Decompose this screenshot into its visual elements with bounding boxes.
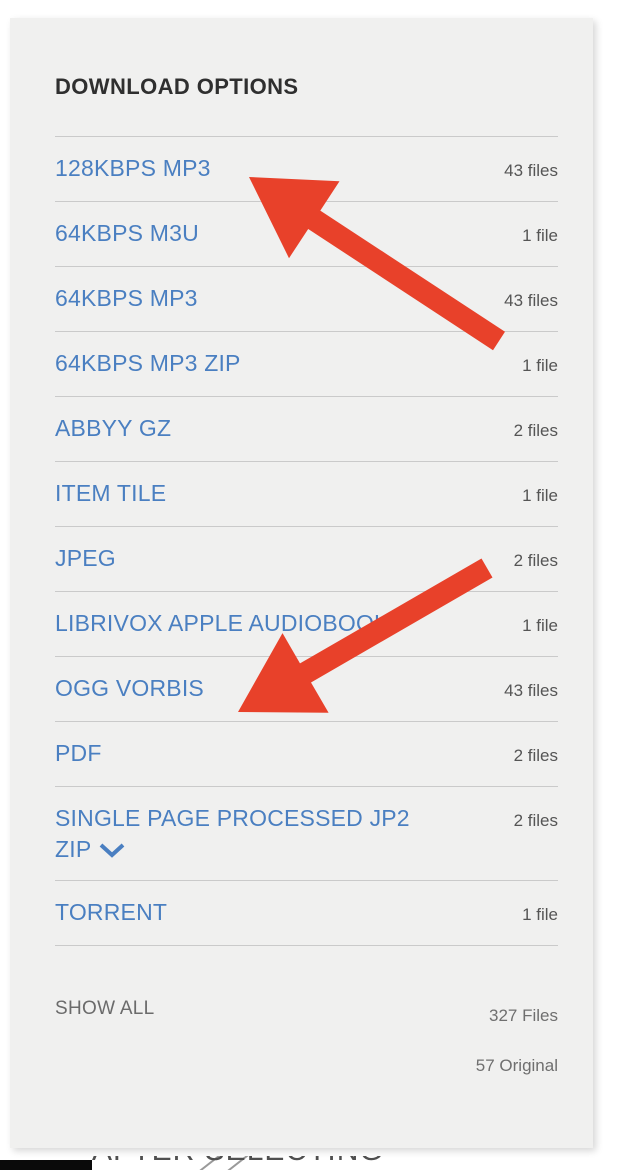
download-option-count: 2 files bbox=[513, 551, 558, 570]
download-option-count: 2 files bbox=[513, 421, 558, 440]
download-options-list: 128KBPS MP3 43 files 64KBPS M3U 1 file 64KBP… bbox=[55, 137, 558, 946]
file-totals: 327 Files 57 Original bbox=[476, 998, 558, 1076]
download-option-label[interactable]: ITEM TILE bbox=[55, 478, 166, 509]
download-option-label[interactable]: TORRENT bbox=[55, 897, 167, 928]
total-files-count: 327 Files bbox=[489, 1006, 558, 1025]
panel-title: DOWNLOAD OPTIONS bbox=[55, 74, 299, 99]
download-option-label[interactable]: 128KBPS MP3 bbox=[55, 153, 211, 184]
download-option-row[interactable]: JPEG 2 files bbox=[55, 527, 558, 591]
download-option-label[interactable]: PDF bbox=[55, 738, 102, 769]
download-option-row[interactable]: PDF 2 files bbox=[55, 722, 558, 786]
download-option-row[interactable]: ABBYY GZ 2 files bbox=[55, 397, 558, 461]
download-option-count: 2 files bbox=[513, 746, 558, 765]
download-option-row[interactable]: LIBRIVOX APPLE AUDIOBOOK 1 file bbox=[55, 592, 558, 656]
download-option-count: 1 file bbox=[522, 226, 558, 245]
download-option-label[interactable]: SINGLE PAGE PROCESSED JP2 ZIP bbox=[55, 803, 445, 865]
download-option-count: 1 file bbox=[522, 486, 558, 505]
background-cutoff-text: AFTER SELECTING bbox=[92, 1156, 626, 1168]
download-option-count: 1 file bbox=[522, 616, 558, 635]
panel-footer: SHOW ALL 327 Files 57 Original bbox=[55, 946, 558, 1076]
download-option-row[interactable]: 64KBPS MP3 43 files bbox=[55, 267, 558, 331]
screenshot-root: AFTER SELECTING DOWNLOAD OPTIONS 128KBPS… bbox=[0, 0, 626, 1170]
download-option-row[interactable]: ITEM TILE 1 file bbox=[55, 462, 558, 526]
download-option-count: 43 files bbox=[504, 291, 558, 310]
download-option-label[interactable]: ABBYY GZ bbox=[55, 413, 171, 444]
download-option-label[interactable]: LIBRIVOX APPLE AUDIOBOOK bbox=[55, 608, 390, 639]
download-option-row[interactable]: 128KBPS MP3 43 files bbox=[55, 137, 558, 201]
download-option-count: 43 files bbox=[504, 161, 558, 180]
download-option-label[interactable]: OGG VORBIS bbox=[55, 673, 204, 704]
download-option-row[interactable]: OGG VORBIS 43 files bbox=[55, 657, 558, 721]
download-option-count: 2 files bbox=[513, 811, 558, 830]
panel-content: DOWNLOAD OPTIONS 128KBPS MP3 43 files 64KB… bbox=[10, 18, 593, 1076]
background-page-strip: AFTER SELECTING bbox=[0, 1156, 626, 1170]
download-option-count: 43 files bbox=[504, 681, 558, 700]
download-option-label[interactable]: 64KBPS MP3 ZIP bbox=[55, 348, 241, 379]
download-option-label[interactable]: 64KBPS MP3 bbox=[55, 283, 198, 314]
download-option-label[interactable]: 64KBPS M3U bbox=[55, 218, 199, 249]
total-original-count: 57 Original bbox=[475, 1056, 558, 1075]
background-black-block bbox=[0, 1160, 92, 1170]
download-option-row[interactable]: TORRENT 1 file bbox=[55, 881, 558, 945]
download-option-row[interactable]: SINGLE PAGE PROCESSED JP2 ZIP 2 files bbox=[55, 787, 558, 880]
download-option-row[interactable]: 64KBPS MP3 ZIP 1 file bbox=[55, 332, 558, 396]
download-option-row[interactable]: 64KBPS M3U 1 file bbox=[55, 202, 558, 266]
download-options-panel: DOWNLOAD OPTIONS 128KBPS MP3 43 files 64KB… bbox=[10, 18, 593, 1148]
download-option-label[interactable]: JPEG bbox=[55, 543, 116, 574]
download-option-count: 1 file bbox=[522, 356, 558, 375]
download-option-count: 1 file bbox=[522, 905, 558, 924]
show-all-button[interactable]: SHOW ALL bbox=[55, 998, 155, 1020]
chevron-down-icon[interactable] bbox=[99, 842, 125, 858]
